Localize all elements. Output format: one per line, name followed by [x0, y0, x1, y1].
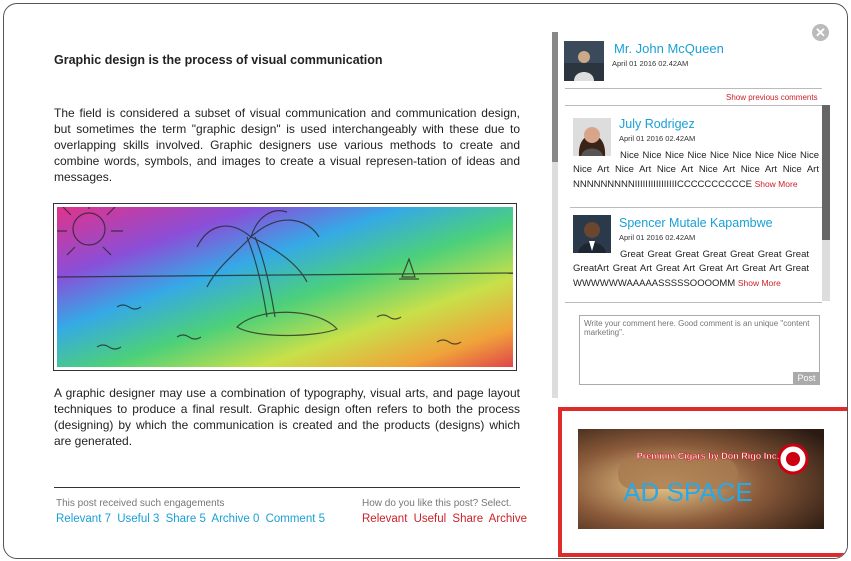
- panel-scrollbar-thumb[interactable]: [552, 32, 558, 162]
- engagement-rating: How do you like this post? Select. Relev…: [362, 497, 530, 527]
- show-previous-comments-link[interactable]: Show previous comments: [726, 93, 818, 102]
- comment-textarea[interactable]: [580, 316, 819, 384]
- author-name[interactable]: Mr. John McQueen: [614, 41, 724, 56]
- comment-input[interactable]: [579, 315, 820, 385]
- article-image: [53, 201, 517, 371]
- comment-date: April 01 2016 02.42AM: [619, 233, 696, 242]
- stat-comment[interactable]: Comment 5: [266, 513, 325, 525]
- stat-share[interactable]: Share 5: [166, 513, 206, 525]
- article-paragraph-1: The field is considered a subset of visu…: [54, 106, 520, 184]
- post-modal: Graphic design is the process of visual …: [3, 3, 848, 559]
- comments-scrollbar-thumb[interactable]: [822, 105, 830, 240]
- comment-text: Nice Nice Nice Nice Nice Nice Nice Nice …: [573, 150, 819, 190]
- option-relevant[interactable]: Relevant: [362, 513, 407, 525]
- stat-useful[interactable]: Useful 3: [117, 513, 159, 525]
- rating-question: How do you like this post? Select.: [362, 498, 512, 509]
- engagement-stats: This post received such engagements Rele…: [56, 497, 328, 527]
- author-avatar: [564, 41, 604, 81]
- article-title: Graphic design is the process of visual …: [54, 53, 383, 67]
- comment-text: Great Great Great Great Great Great Grea…: [573, 249, 809, 289]
- engagement-caption: This post received such engagements: [56, 498, 225, 509]
- article-paragraph-2: A graphic designer may use a combination…: [54, 386, 520, 448]
- ad-label: AD SPACE: [623, 477, 753, 507]
- ad-tagline: Premium Cigars by Don Rigo Inc.: [637, 451, 780, 461]
- show-more-link[interactable]: Show More: [738, 278, 781, 288]
- engagement-divider: [54, 487, 520, 488]
- comments-scrollbar[interactable]: [822, 105, 830, 301]
- rainbow-drawing-image: [56, 201, 514, 367]
- option-archive[interactable]: Archive: [489, 513, 527, 525]
- commenter-name[interactable]: July Rodrigez: [619, 117, 695, 131]
- comment-date: April 01 2016 02.42AM: [619, 134, 696, 143]
- comment-separator: [570, 207, 822, 208]
- panel-scrollbar[interactable]: [552, 32, 558, 398]
- commenter-name[interactable]: Spencer Mutale Kapambwe: [619, 216, 773, 230]
- stat-archive[interactable]: Archive 0: [211, 513, 259, 525]
- stat-relevant[interactable]: Relevant 7: [56, 513, 111, 525]
- option-share[interactable]: Share: [452, 513, 483, 525]
- divider: [565, 88, 822, 89]
- option-useful[interactable]: Useful: [414, 513, 447, 525]
- ad-banner[interactable]: Premium Cigars by Don Rigo Inc. AD SPACE: [578, 429, 824, 529]
- author-date: April 01 2016 02.42AM: [612, 59, 689, 68]
- post-button[interactable]: Post: [793, 372, 820, 385]
- close-icon[interactable]: ✕: [812, 24, 829, 41]
- show-more-link[interactable]: Show More: [755, 179, 798, 189]
